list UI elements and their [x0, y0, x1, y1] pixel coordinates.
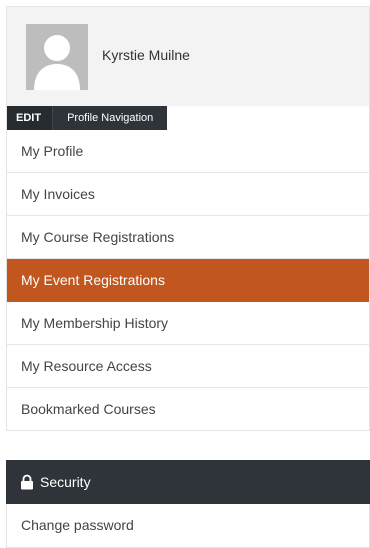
- nav-item-my-membership-history[interactable]: My Membership History: [7, 302, 369, 345]
- lock-icon: [21, 474, 33, 490]
- edit-button[interactable]: EDIT: [7, 106, 54, 130]
- nav-item-my-event-registrations[interactable]: My Event Registrations: [7, 259, 369, 302]
- security-header: Security: [6, 460, 370, 504]
- edit-bar: EDIT Profile Navigation: [7, 106, 168, 130]
- security-card: Security Change password: [6, 460, 370, 548]
- avatar: [26, 24, 88, 90]
- edit-section-label: Profile Navigation: [67, 112, 154, 124]
- nav-item-my-invoices[interactable]: My Invoices: [7, 173, 369, 216]
- profile-nav-list: My Profile My Invoices My Course Registr…: [7, 130, 369, 431]
- profile-name: Kyrstie Muilne: [102, 47, 190, 63]
- nav-item-my-profile[interactable]: My Profile: [7, 130, 369, 173]
- nav-item-bookmarked-courses[interactable]: Bookmarked Courses: [7, 388, 369, 431]
- security-title: Security: [40, 474, 91, 490]
- profile-navigation-card: Kyrstie Muilne EDIT Profile Navigation M…: [6, 6, 370, 431]
- nav-item-my-resource-access[interactable]: My Resource Access: [7, 345, 369, 388]
- change-password-link[interactable]: Change password: [7, 504, 369, 547]
- nav-item-my-course-registrations[interactable]: My Course Registrations: [7, 216, 369, 259]
- profile-header: Kyrstie Muilne: [7, 7, 369, 106]
- user-silhouette-icon: [26, 24, 88, 90]
